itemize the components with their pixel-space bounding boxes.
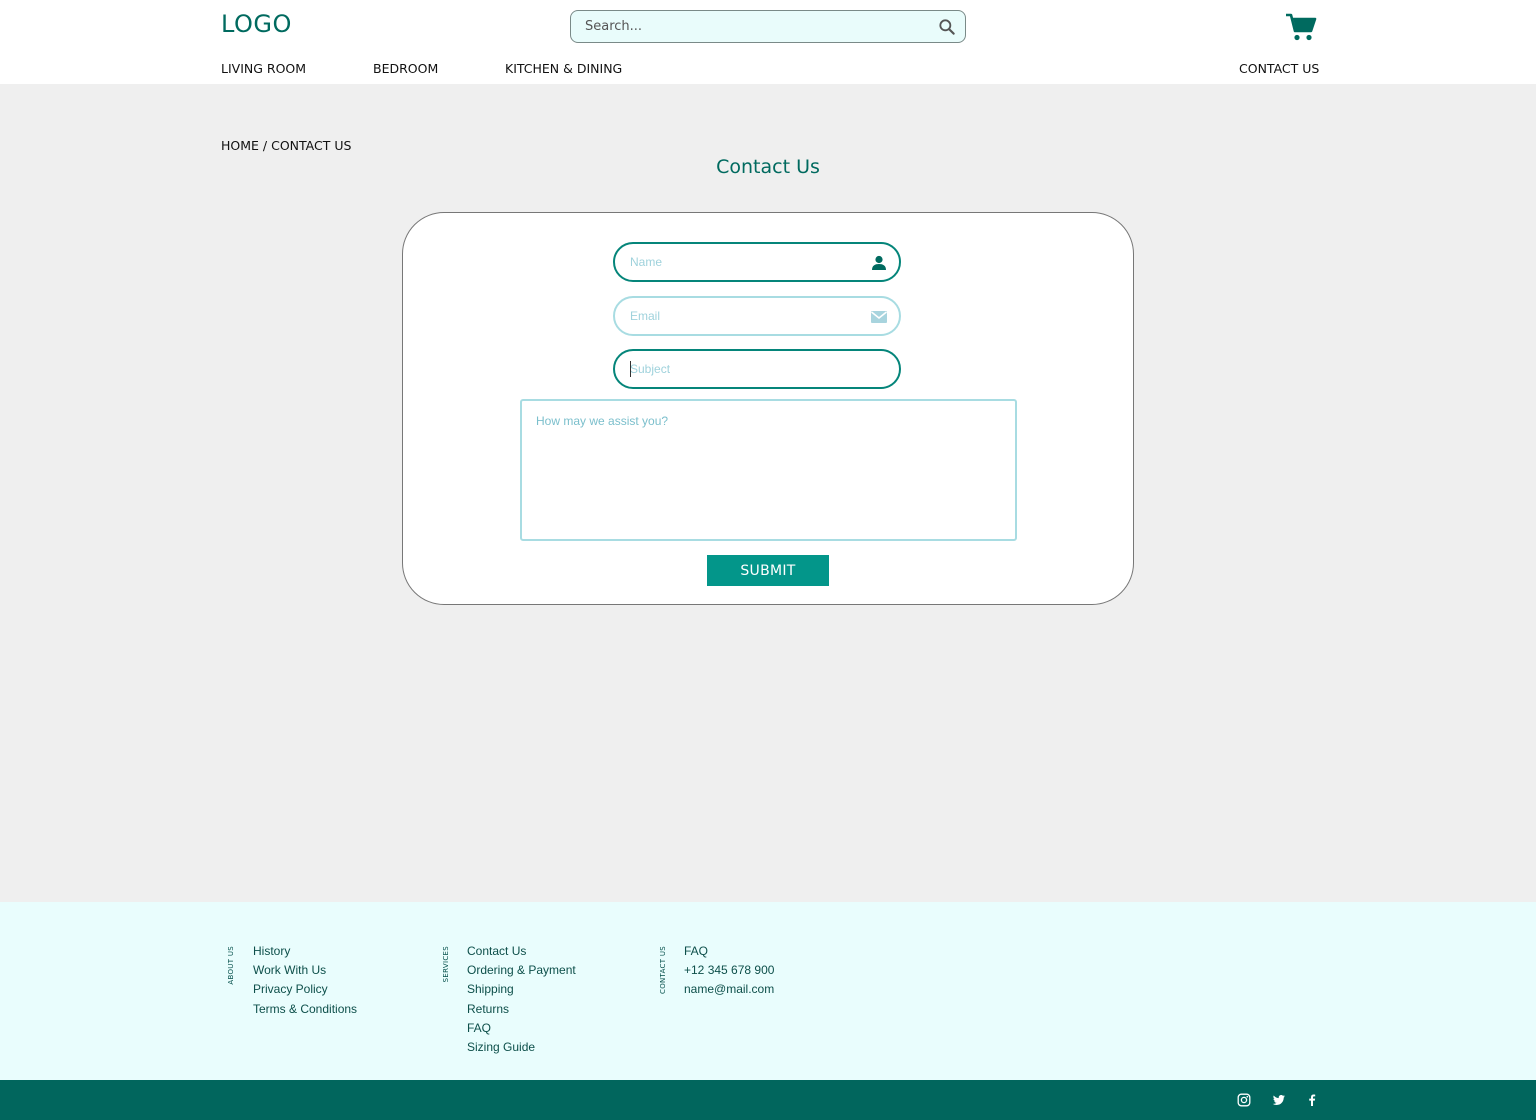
breadcrumb: HOME / CONTACT US bbox=[221, 138, 351, 153]
footer-heading-services: SERVICES bbox=[442, 946, 450, 983]
footer-link-history[interactable]: History bbox=[253, 944, 357, 963]
footer-link-sizing-guide[interactable]: Sizing Guide bbox=[467, 1040, 576, 1059]
subject-input[interactable] bbox=[630, 351, 860, 387]
search-icon[interactable] bbox=[937, 17, 957, 37]
message-field[interactable] bbox=[520, 399, 1017, 541]
footer-list-services: Contact Us Ordering & Payment Shipping R… bbox=[467, 944, 576, 1059]
footer-link-faq-2[interactable]: FAQ bbox=[684, 944, 774, 963]
footer-list-about-us: History Work With Us Privacy Policy Term… bbox=[253, 944, 357, 1021]
facebook-icon[interactable] bbox=[1305, 1093, 1319, 1107]
footer-list-contact-us: FAQ +12 345 678 900 name@mail.com bbox=[684, 944, 774, 1002]
name-field[interactable] bbox=[613, 242, 901, 282]
footer-link-shipping[interactable]: Shipping bbox=[467, 982, 576, 1001]
footer-link-terms[interactable]: Terms & Conditions bbox=[253, 1002, 357, 1021]
footer-link-ordering-payment[interactable]: Ordering & Payment bbox=[467, 963, 576, 982]
email-field[interactable] bbox=[613, 296, 901, 336]
email-input[interactable] bbox=[630, 298, 860, 334]
twitter-icon[interactable] bbox=[1272, 1093, 1286, 1107]
instagram-icon[interactable] bbox=[1237, 1093, 1251, 1107]
bottom-bar bbox=[0, 1080, 1536, 1120]
search-bar[interactable] bbox=[570, 10, 966, 43]
footer-link-work-with-us[interactable]: Work With Us bbox=[253, 963, 357, 982]
submit-button[interactable]: SUBMIT bbox=[707, 555, 829, 586]
person-icon bbox=[872, 255, 886, 270]
nav-contact-us[interactable]: CONTACT US bbox=[1239, 61, 1319, 76]
search-input[interactable] bbox=[585, 11, 925, 42]
footer-link-faq[interactable]: FAQ bbox=[467, 1021, 576, 1040]
nav-bedroom[interactable]: BEDROOM bbox=[373, 61, 438, 76]
page-title: Contact Us bbox=[716, 156, 820, 178]
breadcrumb-separator: / bbox=[258, 138, 272, 153]
footer-link-privacy-policy[interactable]: Privacy Policy bbox=[253, 982, 357, 1001]
envelope-icon bbox=[871, 311, 887, 323]
contact-form-card: SUBMIT bbox=[402, 212, 1134, 605]
footer-heading-contact-us: CONTACT US bbox=[659, 946, 667, 994]
site-header: LOGO LIVING ROOM BEDROOM KITCHEN & DININ… bbox=[0, 0, 1536, 84]
footer-link-contact-us[interactable]: Contact Us bbox=[467, 944, 576, 963]
nav-living-room[interactable]: LIVING ROOM bbox=[221, 61, 306, 76]
footer-link-returns[interactable]: Returns bbox=[467, 1002, 576, 1021]
name-input[interactable] bbox=[630, 244, 860, 280]
nav-kitchen-dining[interactable]: KITCHEN & DINING bbox=[505, 61, 622, 76]
breadcrumb-home[interactable]: HOME bbox=[221, 138, 259, 153]
subject-field[interactable] bbox=[613, 349, 901, 389]
shopping-cart-icon[interactable] bbox=[1285, 12, 1317, 42]
text-cursor bbox=[630, 361, 631, 377]
logo[interactable]: LOGO bbox=[221, 10, 292, 38]
footer-email[interactable]: name@mail.com bbox=[684, 982, 774, 1001]
footer-phone[interactable]: +12 345 678 900 bbox=[684, 963, 774, 982]
site-footer: ABOUT US History Work With Us Privacy Po… bbox=[0, 902, 1536, 1080]
message-textarea[interactable] bbox=[522, 401, 1015, 539]
footer-heading-about-us: ABOUT US bbox=[227, 946, 235, 985]
breadcrumb-current: CONTACT US bbox=[271, 138, 352, 153]
